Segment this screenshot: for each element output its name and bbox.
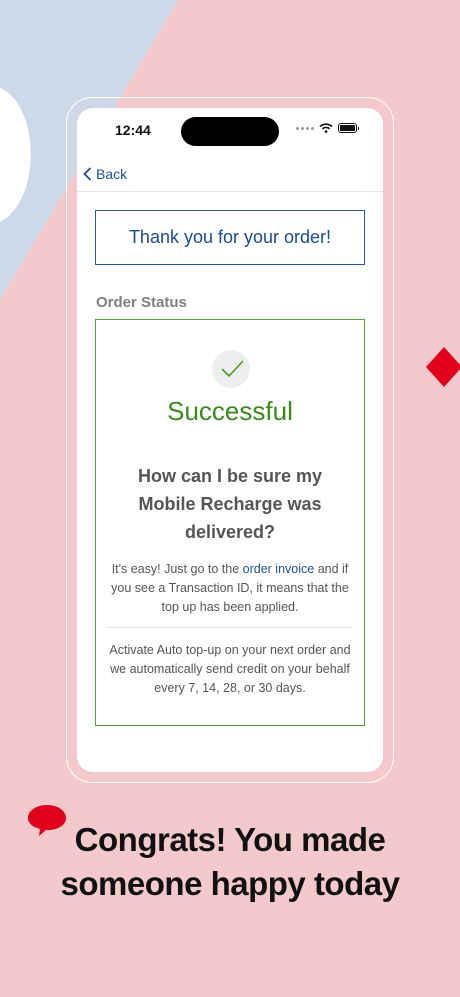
thank-you-banner: Thank you for your order! [95, 210, 365, 265]
divider [108, 627, 352, 628]
order-status-card: Successful How can I be sure my Mobile R… [95, 319, 365, 726]
invoice-info: It's easy! Just go to the order invoice … [106, 560, 354, 617]
headline-line-2: someone happy today [60, 865, 400, 902]
wifi-icon [319, 123, 333, 133]
signal-icon [296, 126, 314, 130]
nav-bar: Back [77, 162, 383, 192]
invoice-info-text: It's easy! Just go to the [111, 562, 243, 576]
congrats-headline: Congrats! You made someone happy today [0, 818, 460, 906]
battery-icon [338, 123, 359, 133]
check-icon [212, 350, 250, 388]
phone-screen: 12:44 Back Thank you for your order! Ord… [77, 108, 383, 772]
order-invoice-link[interactable]: order invoice [243, 562, 315, 576]
success-status: Successful [167, 396, 293, 426]
headline-line-1: Congrats! You made [74, 821, 386, 858]
chevron-left-icon [83, 167, 92, 181]
order-status-label: Order Status [96, 294, 187, 311]
diamond-shape [426, 347, 460, 387]
back-label: Back [96, 166, 128, 182]
back-button[interactable]: Back [83, 166, 127, 182]
dynamic-island [181, 117, 279, 146]
status-icons [296, 123, 359, 133]
delivery-question: How can I be sure my Mobile Recharge was… [137, 466, 323, 542]
auto-topup-info: Activate Auto top-up on your next order … [109, 643, 351, 695]
thank-you-text: Thank you for your order! [128, 227, 332, 247]
status-time: 12:44 [115, 122, 151, 138]
